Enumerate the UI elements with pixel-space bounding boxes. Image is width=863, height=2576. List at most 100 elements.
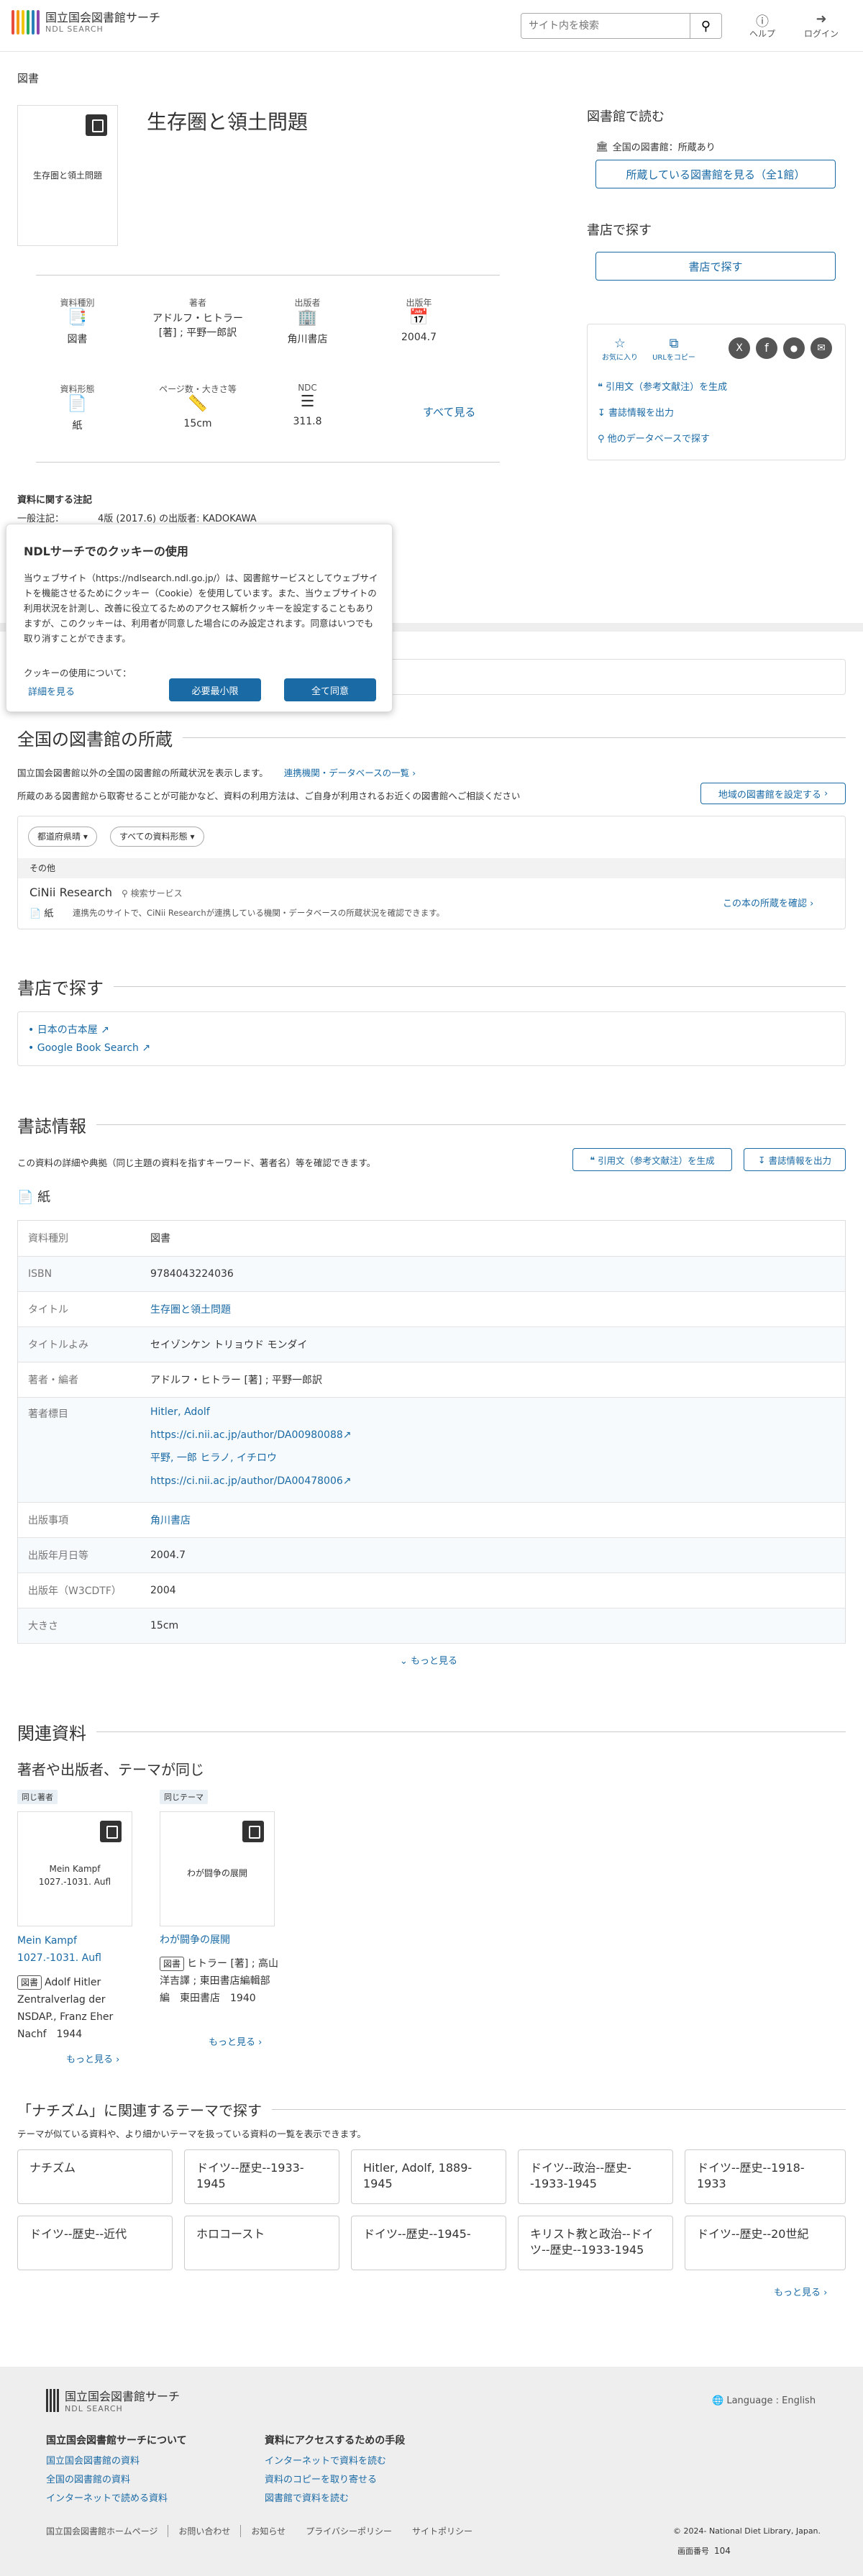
chevron-down-icon: ⌄ (400, 1656, 411, 1667)
related-badge: 同じ著者 (17, 1790, 58, 1804)
login-icon: ➜ (816, 12, 827, 27)
author-link-hitler[interactable]: Hitler, Adolf (150, 1406, 210, 1418)
author-id-link[interactable]: https://ci.nii.ac.jp/author/DA00478006↗ (150, 1475, 352, 1487)
logo-mark-icon (46, 2388, 59, 2412)
related-badge: 同じテーマ (160, 1790, 208, 1804)
footer-link[interactable]: 全国の図書館の資料 (46, 2472, 130, 2485)
theme-item[interactable]: ドイツ--政治--歴史--1933-1945 (518, 2149, 673, 2204)
search-icon: ⚲ (598, 434, 608, 445)
paper-icon: 📄 (67, 395, 88, 413)
see-all-link[interactable]: すべて見る (423, 404, 475, 419)
cookie-details-link[interactable]: 詳細を見る (28, 684, 75, 698)
related-thumb[interactable]: わが闘争の展開 (160, 1811, 275, 1926)
holdings-title: 全国の図書館の所蔵 (17, 725, 846, 750)
fact-author: 著者 アドルフ・ヒトラー [著] ; 平野一郎訳 (152, 298, 243, 339)
bookstore-button[interactable]: 書店で探す (595, 252, 836, 281)
footer-link[interactable]: 国立国会図書館の資料 (46, 2453, 140, 2467)
bib-row: 大きさ 15cm (18, 1608, 845, 1644)
footer-bottom-link[interactable]: サイトポリシー (402, 2525, 483, 2537)
external-link-icon: ↗ (342, 1475, 352, 1487)
theme-item[interactable]: ドイツ--歴史--1918-1933 (685, 2149, 846, 2204)
related-more-link[interactable]: もっと見る › (66, 2052, 119, 2065)
paper-icon: 📄 (17, 1190, 34, 1205)
region-library-button[interactable]: 地域の図書館を設定する › (700, 783, 846, 804)
footer-link[interactable]: 資料のコピーを取り寄せる (265, 2472, 377, 2485)
cite-link[interactable]: ❝ 引用文（参考文献注）を生成 (598, 379, 727, 393)
library-status: 🏛 全国の図書館：所蔵あり (595, 140, 716, 154)
theme-item[interactable]: キリスト教と政治--ドイツ--歴史--1933-1945 (518, 2216, 673, 2270)
bib-more-link[interactable]: ⌄ もっと見る (400, 1653, 457, 1667)
screen-number: 画面番号 104 (677, 2546, 731, 2556)
material-type-filter[interactable]: すべての資料形態 ▾ (110, 827, 204, 847)
footer-logo[interactable]: 国立国会図書館サーチ NDL SEARCH (46, 2387, 180, 2413)
related-title-link[interactable]: Mein Kampf 1027.-1031. Aufl (17, 1932, 118, 1967)
bib-cite-button[interactable]: ❝ 引用文（参考文献注）を生成 (572, 1148, 732, 1171)
x-share-icon[interactable]: X (729, 337, 750, 359)
check-holding-link[interactable]: この本の所蔵を確認 › (723, 896, 813, 909)
footer-bottom-link[interactable]: 国立国会図書館ホームページ (46, 2525, 169, 2537)
login-button[interactable]: ➜ ログイン (800, 12, 843, 40)
cookie-agree-button[interactable]: 全て同意 (284, 678, 376, 701)
footer-bottom-link[interactable]: プライバシーポリシー (296, 2525, 402, 2537)
theme-item[interactable]: Hitler, Adolf, 1889-1945 (351, 2149, 506, 2204)
footer-bottom-link[interactable]: お知らせ (241, 2525, 296, 2537)
bib-row: 資料種別 図書 (18, 1221, 845, 1257)
library-holdings-button[interactable]: 所蔵している図書館を見る（全1館） (595, 160, 836, 188)
holdings-card: 都道府県晴 ▾ すべての資料形態 ▾ その他 CiNii Research ⚲ … (17, 816, 846, 929)
partner-list-link[interactable]: 連携機関・データベースの一覧 › (284, 768, 416, 778)
export-link[interactable]: ↧ 書誌情報を出力 (598, 405, 674, 419)
theme-item[interactable]: ドイツ--歴史--近代 (17, 2216, 173, 2270)
publisher-link[interactable]: 角川書店 (150, 1515, 191, 1526)
theme-item[interactable]: ホロコースト (184, 2216, 339, 2270)
footer-bottom-link[interactable]: お問い合わせ (168, 2525, 242, 2537)
favorite-button[interactable]: ☆ お気に入り (602, 336, 638, 362)
search-input[interactable] (521, 14, 690, 38)
logo-mark-icon (12, 10, 40, 35)
footer-link[interactable]: インターネットで読める資料 (46, 2490, 168, 2504)
line-share-icon[interactable]: ● (783, 337, 805, 359)
bib-row: 著者標目 Hitler, Adolf https://ci.nii.ac.jp/… (18, 1397, 845, 1503)
related-thumb[interactable]: Mein Kampf 1027.-1031. Aufl (17, 1811, 132, 1926)
cookie-title: NDLサーチでのクッキーの使用 (24, 545, 188, 558)
help-icon: ⓘ (756, 14, 769, 29)
language-switch[interactable]: 🌐 Language : English (712, 2395, 816, 2406)
bookstore-link-google[interactable]: • Google Book Search ↗ (28, 1042, 150, 1054)
site-logo[interactable]: 国立国会図書館サーチ NDL SEARCH (12, 10, 160, 35)
bib-title: 書誌情報 (17, 1112, 846, 1137)
calendar-icon: 📅 (408, 309, 429, 327)
prefecture-filter[interactable]: 都道府県晴 ▾ (28, 827, 97, 847)
search-button[interactable]: ⚲ (690, 14, 721, 38)
fact-grid: 資料種別 📑 図書 著者 アドルフ・ヒトラー [著] ; 平野一郎訳 出版者 🏢… (36, 289, 500, 455)
bib-row: 出版事項 角川書店 (18, 1502, 845, 1538)
fact-size: ページ数・大きさ等 📏 15cm (151, 383, 245, 429)
theme-item[interactable]: ドイツ--歴史--1933-1945 (184, 2149, 339, 2204)
bookstore-link-kosho[interactable]: • 日本の古本屋 ↗ (28, 1022, 109, 1037)
cookie-minimum-button[interactable]: 必要最小限 (169, 678, 261, 701)
author-link-hirano[interactable]: 平野, 一郎 ヒラノ, イチロウ (150, 1452, 277, 1464)
themes-more-link[interactable]: もっと見る › (774, 2285, 827, 2298)
mail-share-icon[interactable]: ✉ (811, 337, 832, 359)
other-db-link[interactable]: ⚲ 他のデータベースで探す (598, 431, 710, 445)
bib-export-button[interactable]: ↧ 書誌情報を出力 (744, 1148, 846, 1171)
facebook-share-icon[interactable]: f (756, 337, 777, 359)
book-type-icon: 📑 (67, 309, 88, 327)
cookie-about: クッキーの使用について： (24, 668, 132, 678)
notes-heading: 資料に関する注記 (17, 495, 93, 506)
star-icon: ☆ (613, 336, 626, 351)
action-panel: ☆ お気に入り ⧉ URLをコピー X f ● ✉ ❝ 引用文（参考文献注）を生成 … (587, 324, 846, 460)
theme-item[interactable]: ナチズム (17, 2149, 173, 2204)
bib-table: 資料種別 図書 ISBN 9784043224036 タイトル 生存圏と領土問題 タイ… (17, 1220, 846, 1644)
help-button[interactable]: ⓘ ヘルプ (741, 12, 784, 40)
bib-title-link[interactable]: 生存圏と領土問題 (150, 1304, 231, 1316)
external-link-icon: ↗ (342, 1429, 352, 1441)
related-more-link[interactable]: もっと見る › (209, 2034, 262, 2048)
footer-link[interactable]: インターネットで資料を読む (265, 2453, 386, 2467)
related-title-link[interactable]: わが闘争の展開 (160, 1932, 230, 1947)
breadcrumb: 図書 (17, 72, 40, 85)
author-id-link[interactable]: https://ci.nii.ac.jp/author/DA00980088↗ (150, 1429, 352, 1441)
theme-item[interactable]: ドイツ--歴史--20世紀 (685, 2216, 846, 2270)
footer-link[interactable]: 図書館で資料を読む (265, 2490, 349, 2504)
theme-item[interactable]: ドイツ--歴史--1945- (351, 2216, 506, 2270)
help-label: ヘルプ (749, 29, 775, 39)
copy-url-button[interactable]: ⧉ URLをコピー (652, 336, 695, 362)
